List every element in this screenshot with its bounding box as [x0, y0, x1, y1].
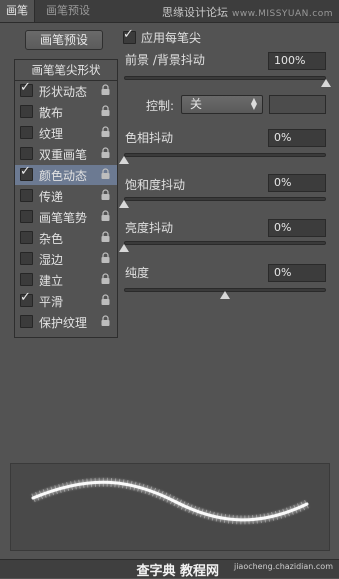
saturation-jitter-value[interactable]: 0%: [268, 174, 326, 192]
list-item-label: 纹理: [39, 127, 64, 141]
list-item-checkbox[interactable]: [20, 315, 33, 328]
list-item-checkbox[interactable]: [20, 210, 33, 223]
list-item[interactable]: 湿边: [15, 249, 117, 269]
list-item[interactable]: 保护纹理: [15, 312, 117, 332]
bottom-bar: 查字典 教程网 jiaocheng.chazidian.com: [0, 559, 339, 579]
brush-settings-list: 画笔笔尖形状 ✓ 形状动态散布纹理双重画笔 ✓ 颜色动态传递画笔笔势杂色湿边建立 ✓ 平滑…: [14, 59, 118, 338]
brightness-jitter-slider-thumb[interactable]: [119, 244, 129, 252]
saturation-jitter-slider[interactable]: [124, 197, 326, 201]
list-item-label: 形状动态: [39, 85, 88, 99]
list-item-checkbox[interactable]: [20, 126, 33, 139]
checkmark-icon: ✓: [20, 164, 31, 179]
list-item[interactable]: ✓ 颜色动态: [15, 164, 117, 185]
list-item-checkbox[interactable]: ✓: [20, 164, 33, 181]
fg-bg-jitter-slider-thumb[interactable]: [321, 79, 331, 87]
brightness-jitter-slider[interactable]: [124, 241, 326, 245]
list-item-checkbox[interactable]: [20, 147, 33, 160]
brush-tip-shape-item[interactable]: 画笔笔尖形状: [15, 60, 117, 81]
bottom-watermark-logo: 查字典 教程网: [136, 564, 219, 579]
checkmark-icon: ✓: [20, 80, 31, 95]
list-item[interactable]: ✓ 平滑: [15, 290, 117, 311]
apply-per-tip-check[interactable]: ✓: [123, 27, 136, 44]
list-item-label: 双重画笔: [39, 148, 88, 162]
saturation-jitter-slider-thumb[interactable]: [119, 200, 129, 208]
list-item-checkbox[interactable]: [20, 105, 33, 118]
lock-icon[interactable]: [100, 84, 111, 96]
saturation-jitter-label: 饱和度抖动: [125, 178, 186, 192]
lock-icon[interactable]: [100, 315, 111, 327]
hue-jitter-label: 色相抖动: [125, 131, 174, 145]
brightness-jitter-label: 亮度抖动: [125, 221, 174, 235]
hue-jitter-slider-thumb[interactable]: [119, 156, 129, 164]
list-item-checkbox[interactable]: ✓: [20, 290, 33, 307]
lock-icon[interactable]: [100, 147, 111, 159]
lock-icon[interactable]: [100, 189, 111, 201]
watermark: 思缘设计论坛 www.MISSYUAN.com: [162, 4, 333, 20]
lock-icon[interactable]: [100, 168, 111, 180]
control-select[interactable]: 关 ▲ ▼: [181, 95, 263, 114]
list-item-label: 平滑: [39, 295, 64, 309]
brush-stroke-preview-graphic: [31, 477, 309, 525]
control-label: 控制:: [146, 99, 175, 113]
list-item-label: 杂色: [39, 232, 64, 246]
tab-bar: 画笔 画笔预设 思缘设计论坛 www.MISSYUAN.com: [0, 0, 339, 23]
checkmark-icon: ✓: [20, 290, 31, 305]
select-arrows-icon: ▲ ▼: [250, 96, 257, 111]
list-item-label: 画笔笔势: [39, 211, 88, 225]
hue-jitter-slider[interactable]: [124, 153, 326, 157]
watermark-en: www.MISSYUAN.com: [231, 9, 333, 19]
control-extra-field: [269, 95, 326, 114]
list-item-label: 颜色动态: [39, 169, 88, 183]
list-item-checkbox[interactable]: [20, 231, 33, 244]
tab-brush-presets[interactable]: 画笔预设: [40, 0, 96, 22]
list-item[interactable]: 建立: [15, 270, 117, 290]
list-item[interactable]: 杂色: [15, 228, 117, 248]
list-item[interactable]: 纹理: [15, 123, 117, 143]
control-select-value: 关: [190, 97, 203, 111]
list-item[interactable]: 传递: [15, 186, 117, 206]
fg-bg-jitter-value[interactable]: 100%: [268, 52, 326, 70]
tab-brush[interactable]: 画笔: [0, 0, 35, 22]
brightness-jitter-value[interactable]: 0%: [268, 219, 326, 237]
lock-icon[interactable]: [100, 252, 111, 264]
watermark-cn: 思缘设计论坛: [161, 6, 228, 19]
fg-bg-jitter-label: 前景 /背景抖动: [125, 53, 205, 67]
list-item-checkbox[interactable]: [20, 189, 33, 202]
purity-value[interactable]: 0%: [268, 264, 326, 282]
lock-icon[interactable]: [100, 105, 111, 117]
fg-bg-jitter-slider[interactable]: [124, 76, 326, 80]
list-item[interactable]: 散布: [15, 102, 117, 122]
list-item[interactable]: 双重画笔: [15, 144, 117, 164]
list-item-label: 保护纹理: [39, 316, 88, 330]
list-item-label: 建立: [39, 274, 64, 288]
list-item[interactable]: ✓ 形状动态: [15, 80, 117, 101]
lock-icon[interactable]: [100, 294, 111, 306]
list-item-checkbox[interactable]: ✓: [20, 80, 33, 97]
list-item[interactable]: 画笔笔势: [15, 207, 117, 227]
bottom-watermark-sub: jiaocheng.chazidian.com: [233, 562, 333, 571]
lock-icon[interactable]: [100, 126, 111, 138]
apply-per-tip-label: 应用每笔尖: [141, 31, 202, 45]
list-item-label: 散布: [39, 106, 64, 120]
brush-stroke-preview: [10, 463, 330, 551]
purity-label: 纯度: [125, 266, 150, 280]
list-item-label: 湿边: [39, 253, 64, 267]
hue-jitter-value[interactable]: 0%: [268, 129, 326, 147]
list-item-checkbox[interactable]: [20, 273, 33, 286]
list-item-label: 传递: [39, 190, 64, 204]
list-item-checkbox[interactable]: [20, 252, 33, 265]
lock-icon[interactable]: [100, 210, 111, 222]
lock-icon[interactable]: [100, 231, 111, 243]
purity-slider-thumb[interactable]: [220, 291, 230, 299]
lock-icon[interactable]: [100, 273, 111, 285]
brush-presets-button[interactable]: 画笔预设: [25, 30, 103, 50]
